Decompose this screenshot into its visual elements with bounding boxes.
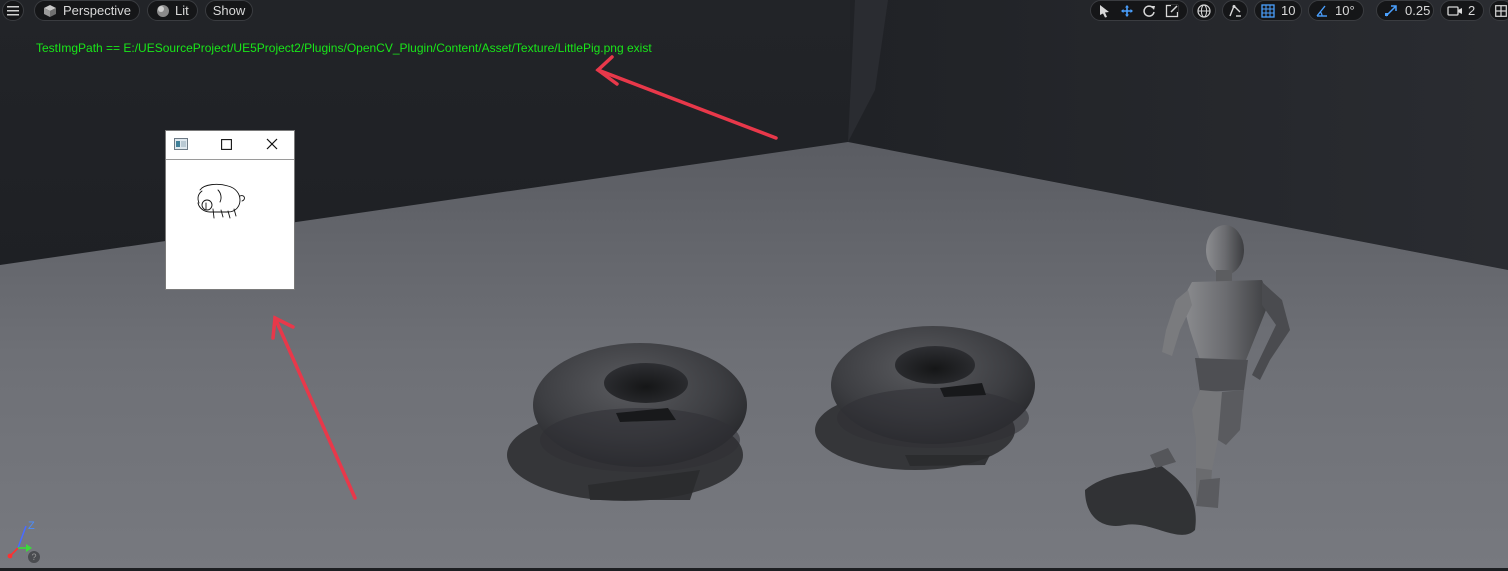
surface-snapping-toggle[interactable] <box>1222 0 1248 21</box>
camera-speed-button[interactable]: 2 <box>1440 0 1484 21</box>
grid-snap-button[interactable]: 10 <box>1254 0 1302 21</box>
cube-icon <box>43 4 57 18</box>
layout-grid-icon <box>1495 4 1507 17</box>
lit-sphere-icon <box>156 4 170 18</box>
opencv-window-titlebar[interactable] <box>166 131 294 160</box>
viewport-layout-button[interactable] <box>1489 0 1508 21</box>
help-icon[interactable]: ? <box>28 551 40 563</box>
grid-snap-value: 10 <box>1281 3 1296 18</box>
camera-speed-value: 2 <box>1468 3 1476 18</box>
camera-icon <box>1447 5 1463 17</box>
opencv-image-canvas <box>166 160 294 289</box>
rotation-snap-value: 10° <box>1335 3 1355 18</box>
opencv-image-window[interactable] <box>165 130 295 290</box>
scale-snap-icon <box>1385 4 1397 17</box>
translate-move-icon[interactable] <box>1120 4 1134 18</box>
maximize-icon[interactable] <box>221 139 232 150</box>
axis-gizmo: Z ? <box>6 518 46 566</box>
transform-tools-group <box>1090 0 1188 21</box>
surface-snap-icon <box>1228 4 1242 18</box>
view-mode-dropdown[interactable]: Lit <box>147 0 198 21</box>
perspective-dropdown[interactable]: Perspective <box>34 0 140 21</box>
perspective-label: Perspective <box>63 3 131 18</box>
rotation-snap-button[interactable]: 10° <box>1308 0 1364 21</box>
app-icon <box>174 138 188 150</box>
hamburger-menu-icon <box>7 5 19 16</box>
grid-snap-icon <box>1261 3 1275 18</box>
show-label: Show <box>212 3 246 18</box>
scale-snap-button[interactable]: 0.25 <box>1376 0 1434 21</box>
lit-label: Lit <box>175 3 189 18</box>
rotation-snap-icon <box>1315 4 1329 18</box>
close-icon[interactable] <box>266 138 278 150</box>
scale-icon[interactable] <box>1165 4 1179 18</box>
scale-snap-value: 0.25 <box>1405 3 1431 18</box>
pig-sketch <box>197 183 245 219</box>
globe-icon <box>1197 3 1211 18</box>
z-axis-label: Z <box>28 520 35 532</box>
show-dropdown[interactable]: Show <box>205 0 253 21</box>
rotate-icon[interactable] <box>1142 4 1156 18</box>
coordinate-space-toggle[interactable] <box>1192 0 1216 21</box>
viewport-options-button[interactable] <box>2 0 24 21</box>
debug-print-message: TestImgPath == E:/UESourceProject/UE5Pro… <box>36 41 652 55</box>
select-cursor-icon[interactable] <box>1099 4 1111 18</box>
